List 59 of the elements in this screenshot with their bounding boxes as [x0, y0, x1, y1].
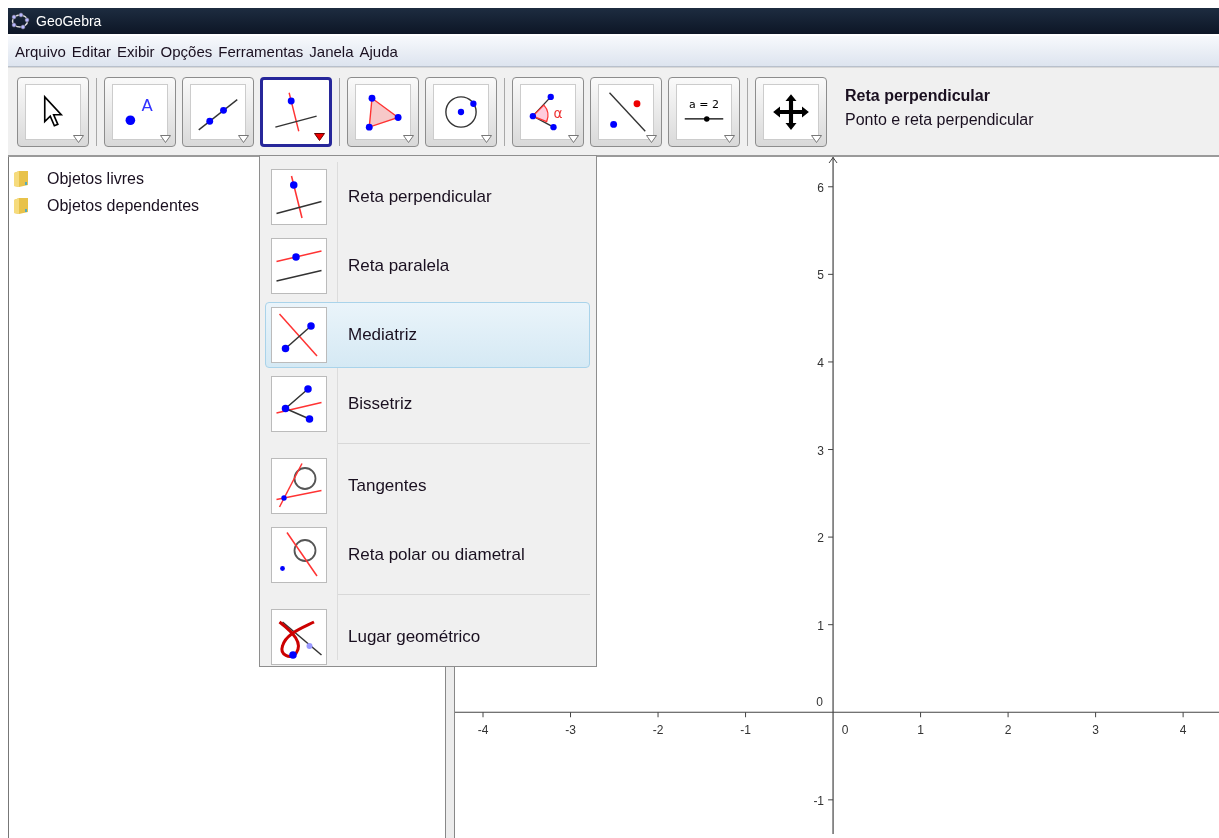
tool-name: Reta perpendicular	[845, 86, 991, 105]
y-tick-label: 2	[817, 531, 825, 546]
x-tick-label: -3	[565, 723, 576, 738]
tangent-lines-icon	[275, 462, 323, 510]
tool-menu-item[interactable]: Reta perpendicular	[265, 164, 590, 230]
caret-icon	[481, 134, 492, 143]
x-tick-label: 3	[1092, 723, 1099, 738]
tool-button[interactable]	[17, 76, 89, 147]
y-tick-label: 1	[817, 618, 825, 633]
menu-item[interactable]: Opções	[157, 40, 216, 62]
menu-item[interactable]: Arquivo	[12, 40, 69, 62]
x-tick-label: 4	[1179, 723, 1187, 738]
caret-icon	[568, 134, 579, 143]
origin-label: 0	[841, 723, 849, 738]
origin-label: 0	[816, 695, 824, 710]
y-tick-label: 5	[817, 268, 825, 283]
tool-help-text: Ponto e reta perpendicular	[845, 110, 1034, 129]
folder-icon	[13, 196, 29, 215]
x-tick-label: 2	[1004, 723, 1012, 738]
tool-menu-item[interactable]: Mediatriz	[265, 302, 590, 368]
logo-icon	[10, 12, 30, 30]
menu-item[interactable]: Janela	[306, 40, 357, 62]
y-tick-label: 4	[817, 355, 825, 370]
x-tick-label: -1	[740, 723, 751, 738]
tool-button[interactable]	[425, 76, 497, 147]
caret-icon	[238, 134, 249, 143]
tool-menu-item[interactable]: Bissetriz	[265, 371, 590, 437]
menu-item[interactable]: Editar	[68, 40, 115, 62]
tool-menu-item[interactable]: Reta polar ou diametral	[265, 522, 590, 588]
perpendicular-line-icon	[275, 173, 323, 221]
caret-icon	[811, 134, 822, 143]
menu-item[interactable]: Exibir	[114, 40, 158, 62]
x-tick-label: 1	[917, 723, 924, 738]
tool-menu-item[interactable]: Lugar geométrico	[265, 604, 590, 670]
y-tick-label: 3	[817, 443, 825, 458]
tool-menu-item[interactable]: Tangentes	[265, 453, 590, 519]
tool-button[interactable]	[260, 76, 332, 147]
window-title: GeoGebra	[36, 13, 102, 29]
tool-button[interactable]: a = 2	[668, 76, 740, 147]
tool-button[interactable]: α	[512, 76, 584, 147]
x-tick-label: -2	[652, 723, 664, 738]
tool-button[interactable]	[347, 76, 419, 147]
tool-button[interactable]: A	[104, 76, 176, 147]
folder-label[interactable]: Objetos livres	[47, 169, 144, 188]
tool-menu-item[interactable]: Reta paralela	[265, 233, 590, 299]
caret-icon	[314, 132, 325, 141]
caret-icon	[724, 134, 735, 143]
menu-item[interactable]: Ajuda	[356, 40, 401, 62]
x-tick-label: -4	[477, 723, 489, 738]
caret-icon	[73, 134, 84, 143]
y-tick-label: 6	[817, 180, 825, 195]
caret-icon	[160, 134, 171, 143]
tool-button[interactable]	[755, 76, 827, 147]
folder-label[interactable]: Objetos dependentes	[47, 196, 200, 215]
caret-icon	[646, 134, 657, 143]
menu-item[interactable]: Ferramentas	[215, 40, 307, 62]
folder-icon	[13, 169, 29, 188]
caret-icon	[403, 134, 414, 143]
y-tick-label: -1	[813, 793, 825, 808]
